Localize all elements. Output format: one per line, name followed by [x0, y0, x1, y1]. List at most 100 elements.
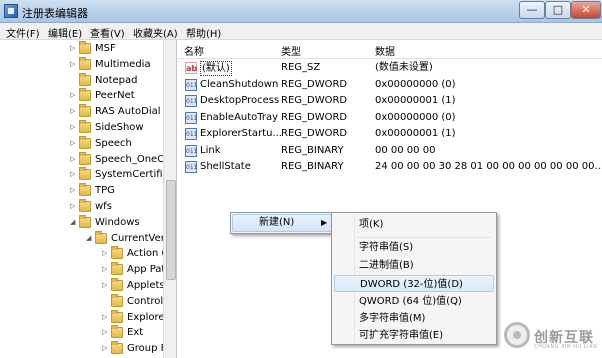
submenu-key[interactable]: 项(K) — [334, 216, 494, 233]
value-name: ExplorerStartu... — [200, 128, 282, 139]
submenu-expandable-string-value[interactable]: 可扩充字符串值(E) — [334, 327, 494, 344]
maximize-button[interactable]: □ — [545, 1, 571, 19]
value-row[interactable]: 011 ExplorerStartu... REG_DWORD 0x00000001 … — [178, 126, 602, 142]
tree-item[interactable]: ◢ Windows — [0, 214, 163, 231]
tree-item[interactable]: ▷ MSF — [0, 41, 163, 57]
tree-item[interactable]: ▷ App Paths — [0, 262, 176, 278]
expand-arrow-icon[interactable]: ▷ — [70, 139, 77, 147]
tree-item[interactable]: ▷ SideShow — [0, 120, 163, 136]
tree-item[interactable]: ▷ Speech_OneCore — [0, 151, 176, 168]
tree-item[interactable]: ▷ Explorer — [0, 309, 169, 326]
folder-icon — [111, 278, 123, 291]
folder-icon — [111, 262, 123, 276]
value-row[interactable]: 011 DesktopProcess REG_DWORD 0x00000001 (1) — [178, 93, 602, 109]
tree-item[interactable]: ▷ Multimedia — [0, 56, 163, 73]
menu-favorites[interactable]: 收藏夹(A) — [133, 25, 178, 40]
expand-arrow-icon[interactable]: ▷ — [70, 92, 77, 99]
submenu-dword-value[interactable]: DWORD (32-位)值(D) — [334, 275, 494, 292]
value-row[interactable]: 011 Link REG_BINARY 00 00 00 00 — [178, 143, 602, 159]
tree-item-label: TPG — [95, 185, 115, 197]
value-row[interactable]: 011 EnableAutoTray REG_DWORD 0x00000000 (0) — [178, 110, 602, 126]
value-type: REG_BINARY — [281, 161, 344, 172]
tree-item[interactable]: ▷ PeerNet — [0, 88, 163, 104]
folder-icon — [79, 104, 91, 118]
folder-icon — [95, 230, 107, 244]
tree-item[interactable]: ▷Group Policy — [0, 341, 176, 357]
expand-arrow-icon[interactable]: ▷ — [102, 250, 109, 257]
menu-help[interactable]: 帮助(H) — [186, 25, 221, 40]
tree-scrollbar[interactable] — [163, 40, 176, 358]
tree-item-label: Notepad — [95, 74, 138, 86]
tree-item-label: wfs — [95, 201, 112, 212]
tree-scroll-thumb[interactable] — [166, 180, 176, 280]
collapse-arrow-icon[interactable]: ◢ — [70, 218, 77, 226]
value-row[interactable]: 011 CleanShutdown REG_DWORD 0x00000000 (0) — [178, 77, 602, 93]
menu-view[interactable]: 查看(V) — [90, 25, 125, 40]
expand-arrow-icon[interactable] — [70, 77, 77, 84]
collapse-arrow-icon[interactable]: ◢ — [86, 234, 93, 242]
submenu-label: 多字符串值(M) — [359, 313, 426, 324]
tree-item[interactable]: ▷SystemCertificates — [0, 167, 176, 183]
tree-item[interactable]: ◢CurrentVersion — [0, 230, 176, 247]
expand-arrow-icon[interactable]: ▷ — [70, 108, 77, 115]
submenu-separator — [357, 237, 491, 238]
binary-value-icon: 011 — [185, 111, 197, 124]
tree-item[interactable]: ▷Action Center — [0, 246, 176, 262]
column-header-data[interactable]: 数据 — [375, 43, 395, 58]
expand-arrow-icon[interactable]: ▷ — [70, 124, 77, 131]
registry-editor-icon — [4, 4, 18, 18]
tree-item[interactable]: Control Panel — [0, 293, 176, 310]
submenu-label: 项(K) — [359, 219, 384, 230]
value-name: (默认) — [200, 61, 232, 76]
folder-icon — [79, 135, 91, 149]
expand-arrow-icon[interactable]: ▷ — [102, 345, 109, 352]
submenu-multi-string-value[interactable]: 多字符串值(M) — [334, 310, 494, 327]
context-new-item[interactable]: 新建(N) ▶ — [232, 214, 332, 232]
header-divider — [178, 58, 602, 59]
expand-arrow-icon[interactable]: ▷ — [70, 45, 77, 52]
tree-item[interactable]: ▷ Speech — [0, 135, 163, 152]
close-button[interactable]: ✕ — [571, 1, 601, 19]
menu-file[interactable]: 文件(F) — [6, 25, 40, 40]
expand-arrow-icon[interactable]: ▷ — [102, 313, 109, 321]
expand-arrow-icon[interactable]: ▷ — [70, 155, 77, 163]
menu-edit[interactable]: 编辑(E) — [48, 25, 82, 40]
expand-arrow-icon[interactable] — [102, 298, 109, 305]
expand-arrow-icon[interactable]: ▷ — [102, 266, 109, 273]
column-header-name[interactable]: 名称 — [184, 43, 204, 58]
value-type: REG_BINARY — [281, 144, 344, 156]
tree-item[interactable]: Notepad — [0, 72, 163, 89]
value-name: EnableAutoTray — [200, 111, 279, 123]
tree-item-label: Multimedia — [95, 58, 151, 70]
folder-icon — [111, 293, 123, 307]
tree-item-label: Windows — [95, 216, 140, 228]
value-row[interactable]: ab (默认) REG_SZ (数值未设置) — [178, 60, 602, 76]
folder-icon — [79, 183, 91, 197]
column-header-type[interactable]: 类型 — [281, 43, 301, 58]
binary-value-icon: 011 — [185, 161, 197, 173]
expand-arrow-icon[interactable]: ▷ — [70, 171, 77, 178]
expand-arrow-icon[interactable]: ▷ — [102, 329, 109, 336]
submenu-binary-value[interactable]: 二进制值(B) — [334, 257, 494, 274]
tree-item[interactable]: ▷ Applets — [0, 278, 165, 294]
expand-arrow-icon[interactable]: ▷ — [70, 187, 77, 194]
tree-item-label: RAS AutoDial — [95, 106, 161, 118]
binary-value-icon: 011 — [185, 128, 197, 140]
expand-arrow-icon[interactable]: ▷ — [102, 282, 109, 289]
submenu-label: 字符串值(S) — [359, 242, 414, 253]
binary-value-icon: 011 — [185, 78, 197, 91]
key-tree[interactable]: ▷ MSF ▷ Multimedia Notepad ▷ PeerNet ▷ RAS AutoD… — [0, 40, 177, 358]
tree-item[interactable]: ▷ RAS AutoDial — [0, 104, 163, 120]
tree-item[interactable]: ▷ Ext — [0, 325, 163, 341]
value-row[interactable]: 011 ShellState REG_BINARY 24 00 00 00 30 28… — [178, 159, 602, 175]
expand-arrow-icon[interactable]: ▷ — [70, 60, 77, 68]
submenu-string-value[interactable]: 字符串值(S) — [334, 239, 494, 256]
submenu-qword-value[interactable]: QWORD (64 位)值(Q) — [334, 293, 494, 310]
submenu-label: 二进制值(B) — [359, 260, 414, 271]
minimize-button[interactable]: — — [519, 1, 545, 19]
expand-arrow-icon[interactable]: ▷ — [70, 203, 77, 210]
submenu-label: 可扩充字符串值(E) — [359, 330, 444, 341]
tree-item[interactable]: ▷ TPG — [0, 183, 163, 199]
submenu-arrow-icon: ▶ — [321, 218, 328, 227]
tree-item[interactable]: ▷ wfs — [0, 199, 163, 215]
